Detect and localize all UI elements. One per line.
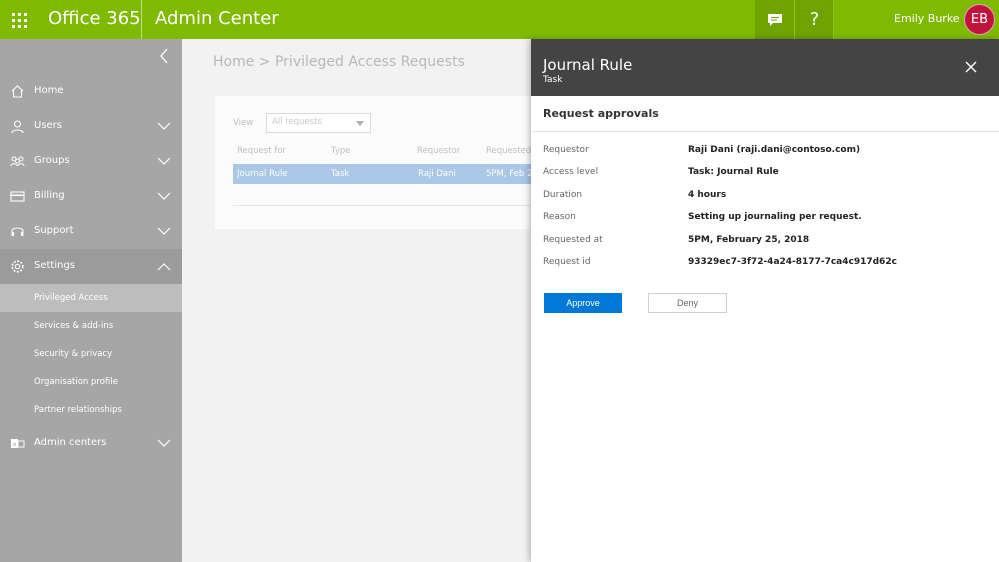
user-name[interactable]: Emily Burke (894, 12, 960, 25)
field-value-duration: 4 hours (688, 190, 727, 200)
sidebar: Home Users Groups Billing Support Settin… (0, 39, 182, 562)
field-label-requested-at: Requested at (543, 235, 603, 245)
user-icon (11, 120, 24, 134)
sidebar-item-billing[interactable]: Billing (0, 179, 182, 214)
view-dropdown[interactable]: All requests (266, 113, 371, 133)
panel-subtitle: Task (543, 75, 563, 85)
view-dropdown-value: All requests (272, 117, 322, 127)
requests-card (215, 96, 535, 229)
brand-name[interactable]: Office 365 (48, 8, 141, 29)
cell-type: Task (331, 169, 350, 179)
sidebar-item-admin-centers[interactable]: A Admin centers (0, 426, 182, 461)
field-value-requested-at: 5PM, February 25, 2018 (688, 235, 810, 245)
sidebar-item-settings[interactable]: Settings (0, 249, 182, 284)
caret-down-icon (356, 121, 364, 126)
sidebar-subitem-label: Security & privacy (34, 349, 113, 359)
chevron-down-icon[interactable] (157, 227, 171, 236)
deny-button[interactable]: Deny (648, 293, 727, 313)
help-button[interactable]: ? (795, 0, 834, 39)
topbar-divider (141, 0, 142, 39)
sidebar-subitem-label: Organisation profile (34, 377, 118, 387)
headset-icon (11, 227, 24, 236)
column-header-requestor[interactable]: Requestor (417, 146, 460, 156)
field-label-requestor: Requestor (543, 145, 589, 155)
sidebar-item-groups[interactable]: Groups (0, 144, 182, 179)
column-header-requested[interactable]: Requested (486, 146, 531, 156)
field-label-request-id: Request id (543, 257, 591, 267)
chevron-left-icon[interactable] (156, 47, 172, 65)
svg-text:A: A (13, 443, 17, 449)
sidebar-item-label: Support (34, 225, 74, 236)
sidebar-item-label: Home (34, 85, 64, 96)
column-header-type[interactable]: Type (331, 146, 351, 156)
sidebar-subitem-label: Partner relationships (34, 405, 122, 415)
table-divider (233, 205, 535, 206)
admin-centers-icon: A (11, 439, 25, 449)
field-label-access-level: Access level (543, 167, 599, 177)
app-title: Admin Center (155, 8, 279, 29)
feedback-button[interactable] (755, 0, 794, 39)
chevron-down-icon[interactable] (157, 122, 171, 131)
field-value-requestor: Raji Dani (raji.dani@contoso.com) (688, 145, 861, 155)
sidebar-item-support[interactable]: Support (0, 214, 182, 249)
field-value-access-level: Task: Journal Rule (688, 167, 779, 177)
column-header-request-for[interactable]: Request for (237, 146, 286, 156)
chevron-up-icon[interactable] (157, 262, 171, 271)
approve-button[interactable]: Approve (544, 293, 622, 313)
chat-icon (767, 13, 782, 26)
sidebar-item-label: Settings (34, 260, 76, 271)
chevron-down-icon[interactable] (157, 192, 171, 201)
cell-requested: 5PM, Feb 2 (486, 169, 533, 179)
breadcrumb[interactable]: Home > Privileged Access Requests (213, 54, 465, 70)
sidebar-subitem-security-privacy[interactable]: Security & privacy (0, 340, 182, 368)
view-label: View (233, 118, 254, 128)
close-icon[interactable] (963, 59, 979, 75)
panel-header: Journal Rule Task (531, 39, 999, 96)
section-title: Request approvals (543, 107, 659, 120)
field-value-reason: Setting up journaling per request. (688, 212, 862, 222)
cell-request-for: Journal Rule (237, 169, 288, 179)
sidebar-item-label: Users (34, 120, 63, 131)
sidebar-subitem-privileged-access[interactable]: Privileged Access (0, 284, 182, 312)
app-launcher-icon[interactable] (0, 0, 38, 39)
sidebar-subitem-organisation-profile[interactable]: Organisation profile (0, 368, 182, 396)
sidebar-item-home[interactable]: Home (0, 74, 182, 109)
top-bar: Office 365 Admin Center ? Emily Burke EB (0, 0, 999, 39)
section-divider (531, 131, 999, 132)
sidebar-item-users[interactable]: Users (0, 109, 182, 144)
cell-requestor: Raji Dani (418, 169, 456, 179)
billing-icon (10, 191, 25, 202)
groups-icon (10, 156, 25, 167)
sidebar-item-label: Groups (34, 155, 70, 166)
panel-title: Journal Rule (543, 56, 633, 74)
chevron-down-icon[interactable] (157, 157, 171, 166)
home-icon (11, 85, 24, 98)
field-label-duration: Duration (543, 190, 583, 200)
chevron-down-icon[interactable] (157, 439, 171, 448)
sidebar-item-label: Admin centers (34, 437, 107, 448)
sidebar-subitem-services-add-ins[interactable]: Services & add-ins (0, 312, 182, 340)
gear-icon (11, 260, 24, 273)
field-label-reason: Reason (543, 212, 576, 222)
field-value-request-id: 93329ec7-3f72-4a24-8177-7ca4c917d62c (688, 257, 897, 267)
topbar-separator (833, 0, 834, 39)
sidebar-subitem-label: Services & add-ins (34, 321, 114, 331)
request-detail-panel: Journal Rule Task Request approvals Requ… (531, 39, 999, 562)
sidebar-subitem-partner-relationships[interactable]: Partner relationships (0, 396, 182, 424)
sidebar-item-label: Billing (34, 190, 65, 201)
avatar[interactable]: EB (964, 4, 995, 35)
sidebar-subitem-label: Privileged Access (34, 293, 108, 303)
help-icon: ? (809, 9, 820, 30)
